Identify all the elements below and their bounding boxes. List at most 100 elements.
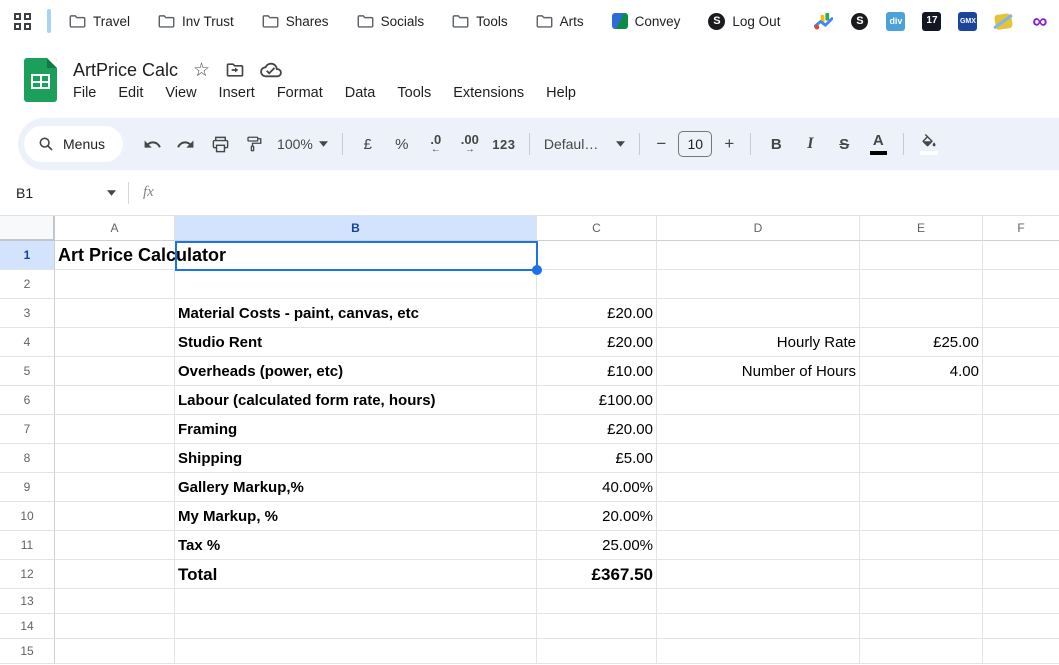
cell-F9[interactable] (983, 473, 1059, 502)
cell-F4[interactable] (983, 328, 1059, 357)
increase-decimal-button[interactable]: .00 → (453, 129, 487, 159)
cell-B14[interactable] (175, 614, 537, 639)
cell-F10[interactable] (983, 502, 1059, 531)
cell-C13[interactable] (537, 589, 657, 614)
cell-E7[interactable] (860, 415, 983, 444)
row-header-6[interactable]: 6 (0, 386, 55, 415)
row-header-9[interactable]: 9 (0, 473, 55, 502)
cell-A15[interactable] (55, 639, 175, 664)
cell-E10[interactable] (860, 502, 983, 531)
cell-A14[interactable] (55, 614, 175, 639)
cell-F3[interactable] (983, 299, 1059, 328)
cell-F11[interactable] (983, 531, 1059, 560)
cell-D10[interactable] (657, 502, 860, 531)
gmx-favicon[interactable]: GMX (958, 12, 977, 31)
menu-edit[interactable]: Edit (118, 85, 143, 101)
cell-E6[interactable] (860, 386, 983, 415)
menu-data[interactable]: Data (345, 85, 376, 101)
cell-D9[interactable] (657, 473, 860, 502)
row-header-3[interactable]: 3 (0, 299, 55, 328)
cell-A7[interactable] (55, 415, 175, 444)
cell-D4[interactable]: Hourly Rate (657, 328, 860, 357)
undo-button[interactable] (135, 129, 169, 159)
row-header-1[interactable]: 1 (0, 241, 55, 270)
percent-format-button[interactable]: % (385, 129, 419, 159)
infinity-favicon[interactable]: ∞ (1030, 12, 1049, 31)
cell-C2[interactable] (537, 270, 657, 299)
div-favicon[interactable]: div (886, 12, 905, 31)
cell-C1[interactable] (537, 241, 657, 270)
cell-D5[interactable]: Number of Hours (657, 357, 860, 386)
cell-D12[interactable] (657, 560, 860, 589)
cell-A8[interactable] (55, 444, 175, 473)
formula-input[interactable] (154, 170, 1059, 215)
menus-search-button[interactable]: Menus (24, 126, 123, 162)
cell-B12[interactable]: Total (175, 560, 537, 589)
cell-D15[interactable] (657, 639, 860, 664)
cell-C5[interactable]: £10.00 (537, 357, 657, 386)
cell-B9[interactable]: Gallery Markup,% (175, 473, 537, 502)
cell-F13[interactable] (983, 589, 1059, 614)
cell-B5[interactable]: Overheads (power, etc) (175, 357, 537, 386)
redo-button[interactable] (169, 129, 203, 159)
cell-E14[interactable] (860, 614, 983, 639)
cell-C8[interactable]: £5.00 (537, 444, 657, 473)
cell-F15[interactable] (983, 639, 1059, 664)
row-header-2[interactable]: 2 (0, 270, 55, 299)
bookmark-shares[interactable]: Shares (262, 14, 329, 29)
tradingview-favicon[interactable]: 17 (922, 12, 941, 31)
column-header-A[interactable]: A (55, 216, 175, 241)
bookmark-log-out[interactable]: SLog Out (708, 13, 780, 30)
sheets-logo-icon[interactable] (24, 58, 57, 102)
cell-A1[interactable]: Art Price Calculator (55, 241, 175, 270)
cell-A6[interactable] (55, 386, 175, 415)
cell-F7[interactable] (983, 415, 1059, 444)
menu-help[interactable]: Help (546, 85, 576, 101)
cell-B4[interactable]: Studio Rent (175, 328, 537, 357)
cell-B3[interactable]: Material Costs - paint, canvas, etc (175, 299, 537, 328)
cell-D8[interactable] (657, 444, 860, 473)
cell-E4[interactable]: £25.00 (860, 328, 983, 357)
cell-E8[interactable] (860, 444, 983, 473)
cell-A4[interactable] (55, 328, 175, 357)
cell-E3[interactable] (860, 299, 983, 328)
cell-B1[interactable] (175, 241, 537, 270)
star-icon[interactable]: ☆ (193, 61, 210, 80)
bold-button[interactable]: B (759, 136, 793, 153)
document-title[interactable]: ArtPrice Calc (73, 60, 178, 81)
cloud-saved-icon[interactable] (260, 61, 282, 79)
cell-C10[interactable]: 20.00% (537, 502, 657, 531)
cell-C6[interactable]: £100.00 (537, 386, 657, 415)
fill-color-button[interactable] (912, 134, 946, 155)
row-header-14[interactable]: 14 (0, 614, 55, 639)
cell-F1[interactable] (983, 241, 1059, 270)
font-size-input[interactable]: 10 (678, 131, 712, 157)
column-header-F[interactable]: F (983, 216, 1059, 241)
italic-button[interactable]: I (793, 135, 827, 153)
cell-F2[interactable] (983, 270, 1059, 299)
apps-grid-icon[interactable] (14, 13, 31, 30)
cell-E13[interactable] (860, 589, 983, 614)
row-header-15[interactable]: 15 (0, 639, 55, 664)
bookmark-convey[interactable]: Convey (612, 13, 681, 29)
cell-A13[interactable] (55, 589, 175, 614)
row-header-10[interactable]: 10 (0, 502, 55, 531)
cell-A12[interactable] (55, 560, 175, 589)
zoom-control[interactable]: 100% (271, 129, 334, 159)
cell-B7[interactable]: Framing (175, 415, 537, 444)
column-header-E[interactable]: E (860, 216, 983, 241)
cell-F8[interactable] (983, 444, 1059, 473)
menu-file[interactable]: File (73, 85, 96, 101)
cell-D13[interactable] (657, 589, 860, 614)
cell-C7[interactable]: £20.00 (537, 415, 657, 444)
cell-A2[interactable] (55, 270, 175, 299)
cell-A3[interactable] (55, 299, 175, 328)
print-button[interactable] (203, 129, 237, 159)
cell-B8[interactable]: Shipping (175, 444, 537, 473)
cell-D6[interactable] (657, 386, 860, 415)
cell-name-box[interactable]: B1 (0, 185, 128, 201)
bookmark-tools[interactable]: Tools (452, 14, 508, 29)
paint-format-button[interactable] (237, 129, 271, 159)
cell-D11[interactable] (657, 531, 860, 560)
cell-E9[interactable] (860, 473, 983, 502)
